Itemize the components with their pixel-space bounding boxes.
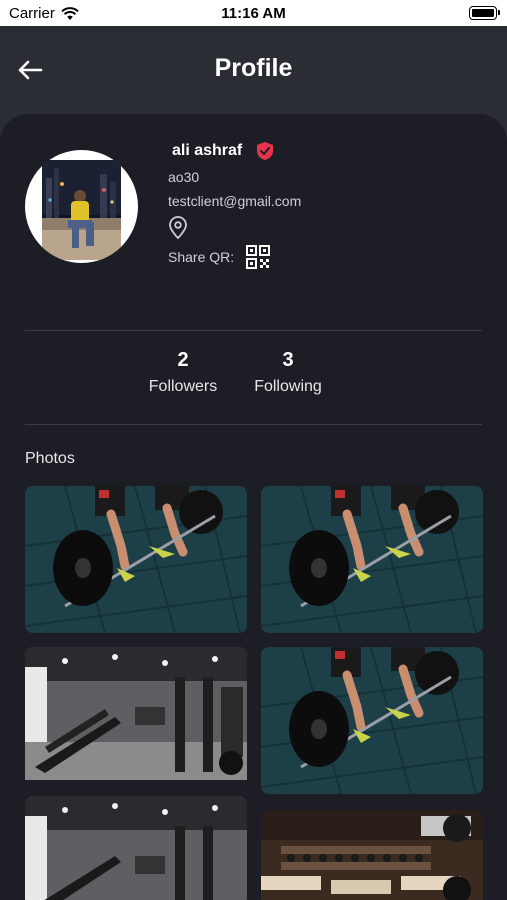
photo-tile[interactable]: [25, 796, 247, 900]
following-label: Following: [254, 378, 322, 395]
location-row[interactable]: [168, 216, 488, 240]
photo-tile[interactable]: [261, 486, 483, 633]
username: ao30: [168, 169, 200, 185]
followers-count: 2: [177, 349, 189, 371]
photo-tile[interactable]: [261, 647, 483, 794]
email[interactable]: testclient@gmail.com: [168, 192, 488, 210]
user-info: ali ashraf ao30 testclient@gmail.com Sha…: [168, 140, 488, 270]
photo-tile[interactable]: [261, 810, 483, 900]
photo-tile[interactable]: [25, 486, 247, 633]
user-name: ali ashraf: [172, 142, 243, 159]
share-qr-label: Share QR:: [168, 249, 235, 265]
verified-shield-icon: [257, 142, 274, 160]
followers-label: Followers: [148, 378, 218, 395]
location-pin-icon: [169, 216, 187, 240]
following-count: 3: [282, 349, 294, 371]
status-bar: Carrier 11:16 AM: [0, 0, 507, 26]
qr-code-icon[interactable]: [246, 245, 271, 269]
profile-content[interactable]: ali ashraf ao30 testclient@gmail.com Sha…: [0, 114, 507, 900]
divider: [25, 330, 482, 331]
avatar[interactable]: [25, 150, 138, 263]
divider: [25, 424, 482, 425]
photos-title: Photos: [25, 450, 75, 467]
header: Profile: [0, 26, 507, 114]
followers-stat[interactable]: 2 Followers: [123, 346, 243, 396]
stats-row: 2 Followers 3 Following: [0, 346, 507, 410]
avatar-photo: [42, 160, 121, 260]
battery-icon: [469, 6, 500, 20]
share-qr-row: Share QR:: [168, 244, 488, 270]
status-time: 11:16 AM: [221, 5, 286, 22]
page-title: Profile: [214, 54, 293, 82]
following-stat[interactable]: 3 Following: [228, 346, 348, 396]
photo-tile[interactable]: [25, 647, 247, 794]
name-row: ali ashraf: [168, 140, 488, 162]
